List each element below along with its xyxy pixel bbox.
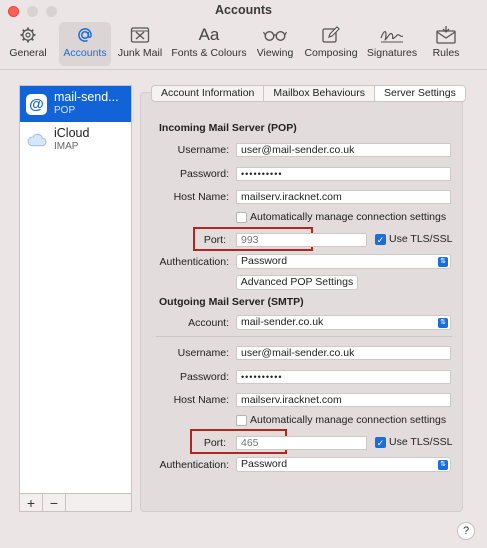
- incoming-tls-label: Use TLS/SSL: [389, 233, 453, 245]
- advanced-pop-settings-button[interactable]: Advanced POP Settings: [236, 275, 358, 290]
- fonts-icon: Aa: [198, 25, 220, 44]
- incoming-tls-checkbox[interactable]: ✓: [375, 234, 386, 245]
- gear-icon: [19, 24, 37, 46]
- account-name: mail-send...: [54, 90, 119, 104]
- accounts-list: @ mail-send... POP iCloud IMAP: [19, 85, 132, 496]
- incoming-username-field[interactable]: user@mail-sender.co.uk: [236, 143, 451, 157]
- outgoing-auto-manage-label: Automatically manage connection settings: [250, 414, 447, 426]
- toolbar-fonts-colours-label: Fonts & Colours: [171, 47, 247, 59]
- window-title: Accounts: [215, 3, 272, 17]
- icloud-icon: [26, 130, 47, 151]
- account-tabs: Account Information Mailbox Behaviours S…: [151, 85, 466, 102]
- tab-mailbox-behaviours[interactable]: Mailbox Behaviours: [264, 86, 376, 101]
- toolbar-accounts-label: Accounts: [63, 47, 107, 59]
- outgoing-tls-checkbox[interactable]: ✓: [375, 437, 386, 448]
- chevron-updown-icon: ⇅: [438, 318, 448, 328]
- outgoing-port-field[interactable]: 465: [236, 436, 367, 450]
- outgoing-auth-label: Authentication:: [159, 459, 229, 471]
- section-divider: [156, 336, 452, 337]
- toolbar-viewing-label: Viewing: [256, 47, 294, 59]
- toolbar-rules-label: Rules: [432, 47, 460, 59]
- incoming-password-label: Password:: [179, 168, 229, 180]
- incoming-server-heading: Incoming Mail Server (POP): [159, 122, 297, 134]
- toolbar-general[interactable]: General: [9, 22, 47, 66]
- junk-mail-icon: [130, 24, 150, 46]
- compose-icon: [321, 24, 341, 46]
- toolbar-rules[interactable]: Rules: [430, 22, 462, 66]
- title-bar: Accounts General Accounts Junk Mail Aa F…: [0, 0, 487, 70]
- outgoing-server-heading: Outgoing Mail Server (SMTP): [159, 296, 304, 308]
- outgoing-username-label: Username:: [177, 347, 229, 359]
- tab-account-information[interactable]: Account Information: [152, 86, 265, 101]
- account-row-icloud[interactable]: iCloud IMAP: [20, 122, 131, 158]
- outgoing-account-value: mail-sender.co.uk: [241, 316, 324, 328]
- incoming-auto-manage-label: Automatically manage connection settings: [250, 211, 447, 223]
- account-name: iCloud: [54, 126, 90, 140]
- outgoing-password-label: Password:: [179, 371, 229, 383]
- incoming-auto-manage-checkbox[interactable]: [236, 212, 247, 223]
- toolbar-composing-label: Composing: [304, 47, 358, 59]
- outgoing-host-field[interactable]: mailserv.iracknet.com: [236, 393, 451, 407]
- incoming-host-label: Host Name:: [173, 191, 229, 203]
- toolbar-general-label: General: [9, 47, 47, 59]
- account-type: POP: [54, 105, 76, 116]
- add-account-button[interactable]: +: [20, 494, 43, 511]
- account-row-mail-sender[interactable]: @ mail-send... POP: [20, 86, 131, 122]
- incoming-auth-label: Authentication:: [159, 256, 229, 268]
- incoming-password-field[interactable]: ••••••••••: [236, 167, 451, 181]
- outgoing-auto-manage-checkbox[interactable]: [236, 415, 247, 426]
- toolbar-viewing[interactable]: Viewing: [256, 22, 294, 66]
- accounts-list-footer: + −: [19, 493, 132, 512]
- incoming-username-label: Username:: [177, 144, 229, 156]
- toolbar-signatures-label: Signatures: [366, 47, 418, 59]
- tab-server-settings[interactable]: Server Settings: [375, 86, 465, 101]
- outgoing-account-select[interactable]: mail-sender.co.uk ⇅: [236, 315, 451, 330]
- toolbar-accounts[interactable]: Accounts: [59, 22, 111, 66]
- toolbar-signatures[interactable]: Signatures: [366, 22, 418, 66]
- outgoing-host-label: Host Name:: [173, 394, 229, 406]
- incoming-host-field[interactable]: mailserv.iracknet.com: [236, 190, 451, 204]
- rules-icon: [435, 24, 457, 46]
- toolbar-composing[interactable]: Composing: [303, 22, 359, 66]
- incoming-auth-value: Password: [241, 255, 288, 267]
- toolbar-junk-mail-label: Junk Mail: [117, 47, 163, 59]
- at-icon: [75, 24, 95, 46]
- outgoing-auth-value: Password: [241, 458, 288, 470]
- incoming-port-field[interactable]: 993: [236, 233, 367, 247]
- help-button[interactable]: ?: [457, 522, 475, 540]
- outgoing-username-field[interactable]: user@mail-sender.co.uk: [236, 346, 451, 360]
- incoming-auth-select[interactable]: Password ⇅: [236, 254, 451, 269]
- chevron-updown-icon: ⇅: [438, 257, 448, 267]
- glasses-icon: [263, 24, 287, 46]
- toolbar-junk-mail[interactable]: Junk Mail: [117, 22, 163, 66]
- at-icon: @: [26, 93, 47, 115]
- chevron-updown-icon: ⇅: [438, 460, 448, 470]
- account-type: IMAP: [54, 141, 79, 152]
- incoming-port-label: Port:: [203, 234, 226, 246]
- outgoing-auth-select[interactable]: Password ⇅: [236, 457, 451, 472]
- outgoing-password-field[interactable]: ••••••••••: [236, 370, 451, 384]
- preferences-toolbar: General Accounts Junk Mail Aa Fonts & Co…: [9, 22, 462, 68]
- signature-icon: [379, 24, 405, 46]
- toolbar-fonts-colours[interactable]: Aa Fonts & Colours: [169, 22, 249, 66]
- outgoing-port-label: Port:: [203, 437, 226, 449]
- outgoing-tls-label: Use TLS/SSL: [389, 436, 453, 448]
- outgoing-account-label: Account:: [188, 317, 229, 329]
- remove-account-button[interactable]: −: [43, 494, 66, 511]
